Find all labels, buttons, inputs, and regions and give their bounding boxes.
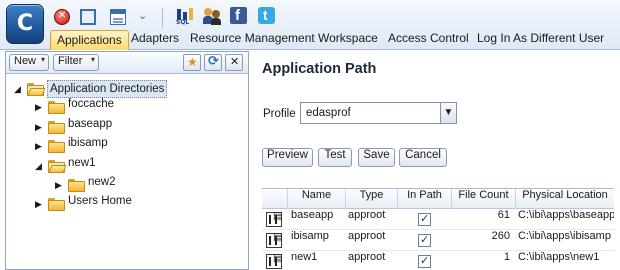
chevron-down-icon: ▾ <box>40 55 45 64</box>
tree-node-application-directories[interactable]: ◢ Application Directories <box>6 80 246 98</box>
menu-adapters[interactable]: Adapters <box>131 31 179 50</box>
refresh-icon[interactable] <box>204 54 222 71</box>
tree-label: ibisamp <box>68 137 108 149</box>
top-toolbar: C ⌄ SQL Applications Adapters Resource M… <box>0 0 620 50</box>
explorer-toolbar: New ▾ Filter ▾ <box>6 52 248 74</box>
cell-physical-location: C:\ibi\apps\new1 <box>518 251 600 263</box>
app-logo-button[interactable]: C <box>6 4 44 44</box>
filter-dropdown[interactable]: Filter ▾ <box>53 54 99 71</box>
toolbar-divider <box>162 8 163 28</box>
application-path-panel: Application Path Profile edasprof ▼ Prev… <box>256 51 620 270</box>
expand-arrow-icon[interactable]: ▶ <box>35 137 45 155</box>
folder-icon <box>48 121 65 134</box>
application-path-table: Name Type In Path File Count Physical Lo… <box>262 188 614 270</box>
column-header-file-count[interactable]: File Count <box>452 189 516 209</box>
expand-arrow-icon[interactable]: ▶ <box>35 195 45 213</box>
app-logo-letter: C <box>16 11 34 36</box>
test-button[interactable]: Test <box>318 148 352 167</box>
table-header: Name Type In Path File Count Physical Lo… <box>262 189 614 209</box>
favorites-icon[interactable] <box>183 54 201 71</box>
cell-file-count: 61 <box>497 209 510 221</box>
profile-label: Profile <box>263 108 296 120</box>
folder-open-icon <box>48 160 67 173</box>
column-header-type[interactable]: Type <box>346 189 398 209</box>
in-path-checkbox[interactable] <box>418 212 431 226</box>
tree-label: Users Home <box>68 195 132 207</box>
window-list-icon[interactable] <box>110 9 126 25</box>
tree-node-new1[interactable]: ◢ new1 <box>6 157 246 175</box>
profile-select-value: edasprof <box>306 107 351 119</box>
menu-workspace[interactable]: Workspace <box>318 31 378 50</box>
in-path-checkbox[interactable] <box>418 233 431 247</box>
cell-physical-location: C:\ibi\apps\ibisamp <box>518 230 611 242</box>
collapse-arrow-icon[interactable]: ◢ <box>14 80 24 98</box>
preview-button[interactable]: Preview <box>262 148 313 167</box>
cell-name: baseapp <box>291 209 334 221</box>
table-row[interactable]: ibisamp approot 260 C:\ibi\apps\ibisamp <box>262 230 614 251</box>
application-icon[interactable] <box>266 232 282 248</box>
folder-icon <box>48 140 65 153</box>
menu-resource-management[interactable]: Resource Management <box>190 31 315 50</box>
tree-node-baseapp[interactable]: ▶ baseapp <box>6 118 246 136</box>
chevron-down-icon[interactable]: ⌄ <box>138 9 154 25</box>
application-icon[interactable] <box>266 211 282 227</box>
tree-label: baseapp <box>68 118 113 130</box>
cell-type: approot <box>348 230 386 242</box>
cell-file-count: 1 <box>503 251 510 263</box>
folder-icon <box>48 101 65 114</box>
column-header-icon <box>262 189 288 209</box>
filter-dropdown-label: Filter <box>58 55 83 67</box>
table-row[interactable]: baseapp approot 61 C:\ibi\apps\baseapp <box>262 209 614 230</box>
new-dropdown-label: New <box>14 55 37 67</box>
expand-arrow-icon[interactable]: ▶ <box>35 98 45 116</box>
tree-label: foccache <box>68 98 115 110</box>
cancel-button[interactable]: Cancel <box>399 148 447 167</box>
people-icon[interactable] <box>203 7 221 25</box>
chevron-down-icon[interactable]: ▼ <box>440 103 456 123</box>
window-icon[interactable] <box>80 9 96 25</box>
tree-label: Application Directories <box>47 80 168 98</box>
collapse-arrow-icon[interactable]: ◢ <box>35 157 45 175</box>
column-header-in-path[interactable]: In Path <box>398 189 452 209</box>
expand-arrow-icon[interactable]: ▶ <box>55 176 65 194</box>
stop-icon[interactable] <box>54 9 70 25</box>
cell-name: new1 <box>291 251 318 263</box>
column-header-physical-location[interactable]: Physical Location <box>516 189 614 209</box>
tree-label: new1 <box>68 157 96 169</box>
save-button[interactable]: Save <box>358 148 395 167</box>
menu-applications[interactable]: Applications <box>50 30 129 50</box>
sql-icon[interactable]: SQL <box>176 7 194 26</box>
cell-physical-location: C:\ibi\apps\baseapp <box>518 209 614 221</box>
tree-node-users-home[interactable]: ▶ Users Home <box>6 195 246 213</box>
application-icon[interactable] <box>266 253 282 269</box>
new-dropdown[interactable]: New ▾ <box>9 54 49 71</box>
folder-icon <box>68 179 85 192</box>
menu-log-in-as-different-user[interactable]: Log In As Different User <box>477 31 604 50</box>
table-row[interactable]: new1 approot 1 C:\ibi\apps\new1 <box>262 251 614 270</box>
cell-name: ibisamp <box>291 230 329 242</box>
page-title: Application Path <box>262 61 377 77</box>
close-icon[interactable] <box>225 54 243 71</box>
tree-node-ibisamp[interactable]: ▶ ibisamp <box>6 137 246 155</box>
cell-type: approot <box>348 209 386 221</box>
expand-arrow-icon[interactable]: ▶ <box>35 118 45 136</box>
explorer-panel: New▾ Filter▾ ◢ Application Directories ▶… <box>5 51 249 270</box>
menu-access-control[interactable]: Access Control <box>388 31 469 50</box>
profile-select[interactable]: edasprof ▼ <box>300 102 457 124</box>
twitter-icon[interactable] <box>258 7 275 24</box>
tree-node-foccache[interactable]: ▶ foccache <box>6 98 246 116</box>
column-header-name[interactable]: Name <box>288 189 346 209</box>
chevron-down-icon: ▾ <box>90 55 95 64</box>
tree-label: new2 <box>88 176 116 188</box>
folder-open-icon <box>27 83 46 96</box>
facebook-icon[interactable] <box>230 7 247 24</box>
folder-icon <box>48 198 65 211</box>
cell-type: approot <box>348 251 386 263</box>
in-path-checkbox[interactable] <box>418 254 431 268</box>
cell-file-count: 260 <box>491 230 510 242</box>
main-menu: Applications Adapters Resource Managemen… <box>50 30 620 50</box>
tree-node-new2[interactable]: ▶ new2 <box>6 176 246 194</box>
